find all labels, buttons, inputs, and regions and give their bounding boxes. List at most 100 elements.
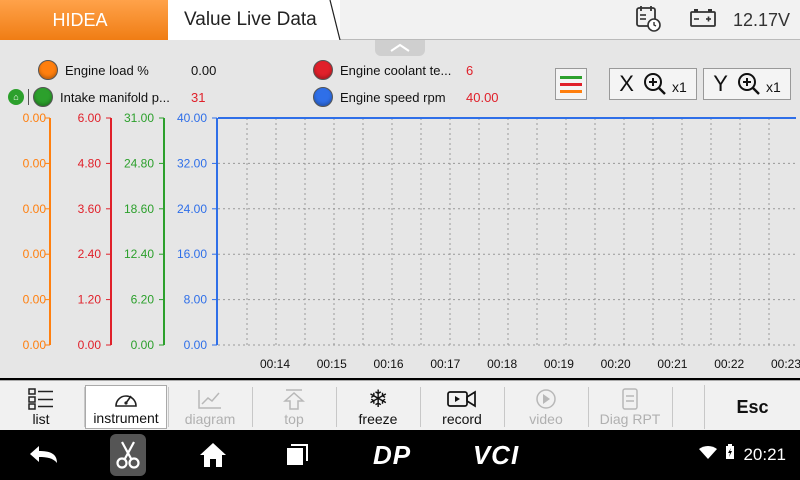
status-area: 20:21 [699, 444, 786, 465]
series-dot-red [313, 60, 333, 80]
legend-item-engine-coolant[interactable]: Engine coolant te... [313, 60, 451, 80]
series-menu-button[interactable] [555, 68, 587, 100]
x-tick-label: 00:16 [374, 357, 404, 371]
legend-name: Intake manifold p... [60, 89, 170, 105]
divider [168, 387, 169, 427]
menu-line-icon [560, 75, 582, 79]
vci-logo[interactable]: VCI [466, 440, 526, 470]
legend-value: 40.00 [466, 90, 499, 105]
legend-item-engine-speed[interactable]: Engine speed rpm [313, 87, 446, 107]
legend-value: 31 [191, 90, 206, 105]
y-tick-label: 31.00 [124, 111, 154, 125]
recent-apps-icon[interactable] [282, 440, 312, 470]
home-icon[interactable]: ⌂ [8, 89, 24, 105]
vci-logo-text: VCI [472, 439, 520, 470]
y-tick-label: 1.20 [78, 293, 102, 307]
battery-voltage: 12.17V [732, 9, 790, 30]
divider [252, 387, 253, 427]
x-tick-label: 00:15 [317, 357, 347, 371]
esc-label: Esc [736, 396, 769, 417]
divider [28, 89, 29, 105]
brand-tab[interactable]: HIDEA [0, 0, 180, 40]
snowflake-icon: ❄ [367, 385, 389, 413]
calendar-clock-icon[interactable] [635, 4, 661, 37]
tool-label: video [529, 411, 563, 427]
chart-canvas[interactable]: 00:14 00:15 00:16 00:17 00:18 00:19 00:20 00:21… [0, 110, 800, 378]
tool-label: list [32, 411, 50, 427]
legend-unit: rpm [423, 89, 446, 105]
report-icon [617, 387, 643, 411]
legend-name: Engine load [65, 62, 134, 78]
legend-unit: % [137, 62, 149, 78]
wifi-icon [699, 445, 718, 465]
x-tick-label: 00:20 [601, 357, 631, 371]
y-tick-label: 6.20 [131, 293, 155, 307]
y-tick-label: 0.00 [131, 338, 155, 352]
x-tick-label: 00:17 [430, 357, 460, 371]
series-dot-green [33, 87, 53, 107]
y-tick-label: 3.60 [78, 202, 102, 216]
legend-name: Engine speed [340, 89, 420, 105]
diag-report-button[interactable]: Diag RPT [589, 385, 671, 429]
brand-label: HIDEA [52, 9, 108, 30]
scissors-icon[interactable] [110, 434, 146, 476]
header-bar: HIDEA Value Live Data 12.17V [0, 0, 800, 40]
dp-logo-text: DP [372, 439, 412, 470]
top-button[interactable]: top [253, 385, 335, 429]
x-tick-label: 00:22 [714, 357, 744, 371]
x-tick-label: 00:21 [657, 357, 687, 371]
record-button[interactable]: record [421, 385, 503, 429]
y-tick-label: 8.00 [184, 293, 208, 307]
tool-label: diagram [184, 411, 236, 427]
y-tick-label: 0.00 [23, 202, 47, 216]
menu-line-icon [560, 89, 582, 93]
y-tick-label: 24.80 [124, 156, 154, 170]
x-zoom-factor: x1 [671, 79, 687, 95]
video-camera-icon [447, 387, 477, 411]
page-title: Value Live Data [184, 9, 317, 30]
legend-value: 0.00 [191, 63, 217, 78]
gauge-icon [113, 386, 139, 410]
y-tick-label: 12.40 [124, 247, 154, 261]
home-icon[interactable] [196, 440, 230, 470]
clock-time: 20:21 [743, 444, 786, 464]
divider [588, 387, 589, 427]
x-tick-label: 00:23 [771, 357, 800, 371]
legend-item-engine-load[interactable]: Engine load % [38, 60, 149, 80]
tab-edge [326, 0, 341, 40]
x-zoom-button[interactable]: X x1 [609, 68, 697, 100]
y-tick-label: 32.00 [177, 156, 207, 170]
y-zoom-button[interactable]: Y x1 [703, 68, 791, 100]
x-tick-label: 00:18 [487, 357, 517, 371]
collapse-handle[interactable] [375, 40, 425, 56]
legend-item-intake-manifold[interactable]: ⌂ Intake manifold p... [8, 87, 170, 107]
tool-label: top [284, 411, 304, 427]
y-tick-label: 0.00 [23, 156, 47, 170]
freeze-button[interactable]: ❄ freeze [337, 385, 419, 429]
bottom-toolbar: list instrument diagram top ❄ freeze rec… [0, 380, 800, 430]
series-dot-blue [313, 87, 333, 107]
legend-value: 6 [466, 63, 474, 78]
line-chart-icon [197, 387, 223, 411]
video-button[interactable]: video [505, 385, 587, 429]
back-icon[interactable] [24, 440, 64, 470]
chevron-up-icon [390, 43, 410, 52]
dp-logo[interactable]: DP [362, 440, 422, 470]
x-tick-label: 00:19 [544, 357, 574, 371]
list-button[interactable]: list [0, 385, 82, 429]
y-tick-label: 0.00 [23, 293, 47, 307]
battery-charging-icon [725, 444, 735, 465]
diagram-button[interactable]: diagram [169, 385, 251, 429]
esc-button[interactable]: Esc [704, 385, 800, 429]
instrument-button[interactable]: instrument [85, 385, 167, 429]
y-tick-label: 0.00 [23, 111, 47, 125]
y-tick-label: 40.00 [177, 111, 207, 125]
page-title-tab[interactable]: Value Live Data [168, 0, 340, 40]
zoom-in-icon [737, 73, 760, 95]
y-zoom-axis: Y [713, 71, 728, 96]
series-dot-orange [38, 60, 58, 80]
divider [504, 387, 505, 427]
live-data-chart[interactable]: 00:14 00:15 00:16 00:17 00:18 00:19 00:20 00:21… [0, 110, 800, 378]
divider [672, 387, 673, 427]
arrow-up-icon [281, 387, 307, 411]
